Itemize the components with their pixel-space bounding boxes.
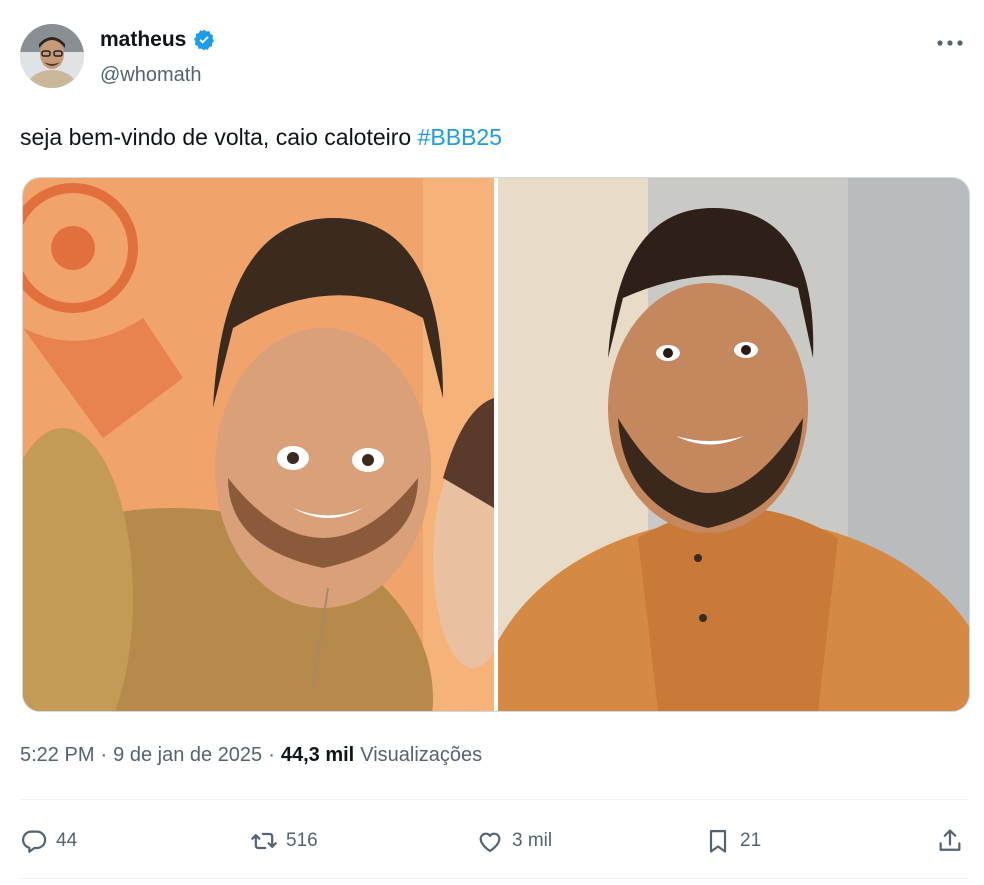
like-button[interactable]: 3 mil (476, 818, 552, 864)
share-icon (939, 829, 961, 851)
heart-icon (479, 832, 501, 853)
views-label: Visualizações (360, 744, 483, 766)
bookmark-count: 21 (740, 830, 762, 851)
more-options-button[interactable] (932, 28, 968, 58)
author-name[interactable]: matheus (100, 28, 186, 52)
tweet-body: seja bem-vindo de volta, caio caloteiro (20, 124, 412, 150)
tweet-meta: 5:22 PM · 9 de jan de 2025 · 44,3 mil Vi… (20, 744, 482, 767)
retweet-count: 516 (286, 830, 318, 851)
media-photo-right[interactable] (498, 178, 969, 711)
retweet-button[interactable]: 516 (250, 818, 318, 864)
portrait-photo-icon (498, 178, 969, 711)
retweet-icon (251, 832, 277, 850)
tweet-text: seja bem-vindo de volta, caio caloteiro … (20, 124, 502, 151)
tweet-time[interactable]: 5:22 PM (20, 744, 94, 767)
bookmark-button[interactable]: 21 (704, 818, 761, 864)
media-photo-left[interactable] (23, 178, 494, 711)
divider-top (20, 799, 968, 800)
divider-bottom (20, 878, 968, 879)
reply-button[interactable]: 44 (20, 818, 77, 864)
tweet-date[interactable]: 9 de jan de 2025 (113, 744, 262, 767)
selfie-photo-icon (23, 178, 494, 711)
more-dots-icon (937, 40, 963, 46)
author-avatar[interactable] (20, 24, 84, 88)
reply-icon (22, 830, 47, 853)
action-bar: 44 516 3 mil 21 (20, 818, 964, 864)
meta-separator: · (100, 744, 108, 766)
tweet-media[interactable] (22, 177, 970, 712)
author-handle[interactable]: @whomath (100, 64, 201, 87)
author-name-row[interactable]: matheus (100, 28, 216, 52)
verified-badge-icon (194, 29, 215, 51)
reply-count: 44 (56, 830, 78, 851)
like-count: 3 mil (512, 830, 553, 851)
meta-separator-2: · (268, 744, 275, 766)
bookmark-icon (709, 829, 727, 853)
hashtag-link[interactable]: #BBB25 (418, 124, 502, 150)
share-button[interactable] (936, 818, 964, 864)
views-count: 44,3 mil (280, 744, 355, 766)
avatar-image (20, 24, 84, 88)
